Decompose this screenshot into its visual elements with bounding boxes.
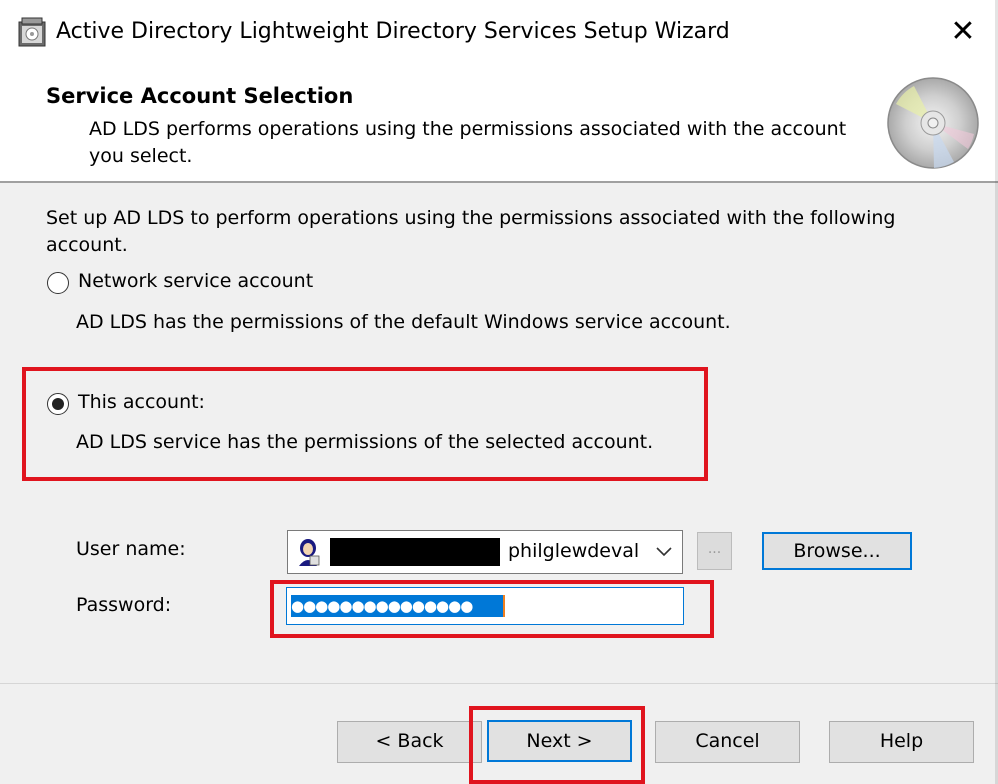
ellipsis-button[interactable]: ... — [697, 532, 732, 570]
close-icon[interactable]: ✕ — [948, 14, 978, 50]
network-service-radio[interactable] — [47, 272, 69, 294]
redacted-domain — [330, 538, 500, 566]
cancel-button[interactable]: Cancel — [655, 721, 800, 763]
page-title: Service Account Selection — [46, 84, 354, 108]
user-name-label: User name: — [76, 538, 186, 560]
back-button[interactable]: < Back — [337, 721, 482, 763]
footer-divider — [0, 683, 998, 684]
network-service-description: AD LDS has the permissions of the defaul… — [76, 311, 731, 333]
page-subtitle: AD LDS performs operations using the per… — [89, 118, 847, 167]
browse-button[interactable]: Browse... — [762, 532, 912, 570]
intro-text: Set up AD LDS to perform operations usin… — [46, 207, 896, 256]
password-highlight-box — [270, 580, 714, 638]
next-highlight-box — [469, 706, 645, 784]
password-label: Password: — [76, 594, 172, 616]
user-account-icon — [296, 538, 320, 566]
window-title: Active Directory Lightweight Directory S… — [56, 19, 730, 44]
help-button[interactable]: Help — [829, 721, 974, 763]
cd-disc-icon — [884, 74, 982, 172]
header-divider — [0, 181, 998, 183]
this-account-highlight-box — [22, 367, 708, 481]
user-name-combobox[interactable]: philglewdeval — [287, 530, 683, 574]
user-name-value: philglewdeval — [508, 540, 640, 562]
wizard-app-icon — [18, 17, 46, 47]
network-service-label[interactable]: Network service account — [78, 270, 313, 292]
chevron-down-icon[interactable] — [652, 537, 676, 567]
